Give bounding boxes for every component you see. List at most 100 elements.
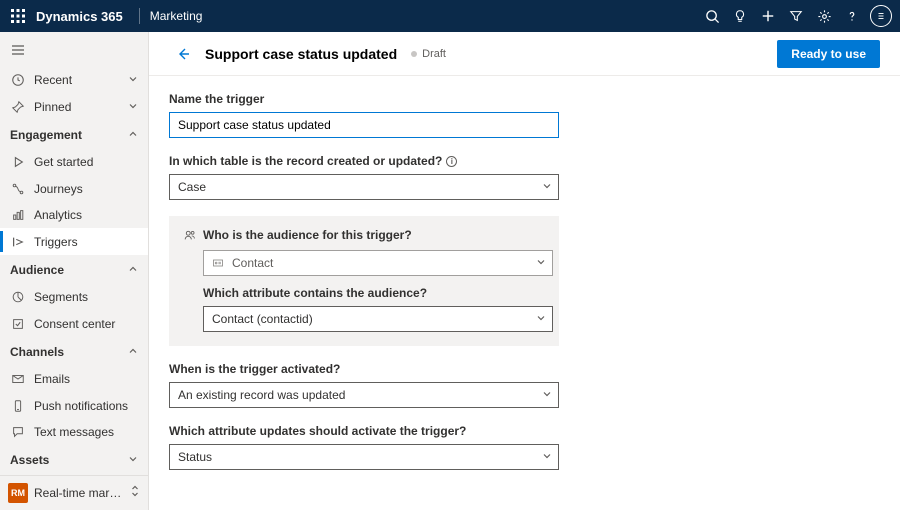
chart-icon	[10, 207, 26, 223]
sidebar-group-assets[interactable]: Assets	[0, 445, 148, 474]
page-title: Support case status updated	[205, 46, 397, 62]
card-icon	[212, 257, 226, 269]
group-label: Engagement	[10, 128, 82, 142]
select-value: Contact (contactid)	[212, 312, 313, 326]
which-attr-select[interactable]: Status	[169, 444, 559, 470]
group-label: Channels	[10, 345, 64, 359]
audience-title: Who is the audience for this trigger?	[183, 228, 545, 242]
sidebar-label: Push notifications	[34, 399, 128, 413]
add-icon[interactable]	[754, 2, 782, 30]
area-badge: RM	[8, 483, 28, 503]
trigger-form: Name the trigger In which table is the r…	[149, 76, 749, 506]
app-name: Marketing	[150, 9, 203, 23]
sidebar-label: Pinned	[34, 100, 71, 114]
global-topbar: Dynamics 365 Marketing	[0, 0, 900, 32]
lightbulb-icon[interactable]	[726, 2, 754, 30]
sidebar-label: Emails	[34, 372, 70, 386]
sidebar-item-segments[interactable]: Segments	[0, 284, 148, 310]
which-attr-label: Which attribute updates should activate …	[169, 424, 729, 438]
name-label: Name the trigger	[169, 92, 729, 106]
group-label: Assets	[10, 453, 49, 467]
sidebar-item-push[interactable]: Push notifications	[0, 393, 148, 419]
select-value: Case	[178, 180, 206, 194]
phone-icon	[10, 398, 26, 414]
app-launcher-icon[interactable]	[8, 6, 28, 26]
sidebar-label: Get started	[34, 155, 93, 169]
chevron-down-icon	[128, 100, 138, 114]
clock-icon	[10, 72, 26, 88]
people-icon	[183, 228, 197, 242]
audience-attr-label: Which attribute contains the audience?	[183, 286, 545, 300]
email-icon	[10, 371, 26, 387]
info-icon[interactable]: i	[446, 156, 457, 167]
segment-icon	[10, 289, 26, 305]
filter-icon[interactable]	[782, 2, 810, 30]
table-select[interactable]: Case	[169, 174, 559, 200]
chevron-down-icon	[536, 256, 546, 270]
audience-attr-select[interactable]: Contact (contactid)	[203, 306, 553, 332]
back-button[interactable]	[169, 40, 197, 68]
sidebar-group-audience[interactable]: Audience	[0, 255, 148, 284]
gear-icon[interactable]	[810, 2, 838, 30]
status-dot-icon	[411, 51, 417, 57]
brand-name: Dynamics 365	[36, 9, 123, 24]
sidebar-label: Recent	[34, 73, 72, 87]
select-value: Contact	[232, 256, 273, 270]
help-icon[interactable]	[838, 2, 866, 30]
sidebar-item-recent[interactable]: Recent	[0, 67, 148, 93]
chevron-down-icon	[542, 450, 552, 464]
sidebar: Recent Pinned Engagement Get started Jou…	[0, 32, 149, 510]
search-icon[interactable]	[698, 2, 726, 30]
sidebar-item-pinned[interactable]: Pinned	[0, 94, 148, 120]
sidebar-item-journeys[interactable]: Journeys	[0, 176, 148, 202]
audience-entity-select[interactable]: Contact	[203, 250, 553, 276]
select-value: An existing record was updated	[178, 388, 345, 402]
sidebar-item-emails[interactable]: Emails	[0, 366, 148, 392]
sidebar-label: Journeys	[34, 182, 83, 196]
consent-icon	[10, 316, 26, 332]
chevron-down-icon	[128, 453, 138, 467]
chevron-up-icon	[128, 263, 138, 277]
sidebar-item-get-started[interactable]: Get started	[0, 149, 148, 175]
sidebar-label: Analytics	[34, 208, 82, 222]
select-value: Status	[178, 450, 212, 464]
when-label: When is the trigger activated?	[169, 362, 729, 376]
trigger-icon	[10, 234, 26, 250]
area-label: Real-time marketi...	[34, 486, 126, 500]
area-switcher[interactable]: RM Real-time marketi...	[0, 475, 148, 510]
pin-icon	[10, 99, 26, 115]
chat-icon	[10, 424, 26, 440]
sidebar-group-channels[interactable]: Channels	[0, 337, 148, 366]
sidebar-item-analytics[interactable]: Analytics	[0, 202, 148, 228]
chevron-down-icon	[536, 312, 546, 326]
sidebar-label: Consent center	[34, 317, 115, 331]
sidebar-item-triggers[interactable]: Triggers	[0, 228, 148, 254]
sidebar-item-consent[interactable]: Consent center	[0, 311, 148, 337]
record-status: Draft	[411, 48, 446, 60]
sidebar-collapse-button[interactable]	[0, 32, 148, 67]
chevron-updown-icon	[130, 485, 140, 500]
play-icon	[10, 154, 26, 170]
page-header: Support case status updated Draft Ready …	[149, 32, 900, 76]
user-avatar[interactable]	[870, 5, 892, 27]
when-select[interactable]: An existing record was updated	[169, 382, 559, 408]
sidebar-label: Segments	[34, 290, 88, 304]
table-label: In which table is the record created or …	[169, 154, 729, 168]
sidebar-group-engagement[interactable]: Engagement	[0, 120, 148, 149]
trigger-name-input[interactable]	[169, 112, 559, 138]
divider	[139, 8, 140, 24]
sidebar-label: Triggers	[34, 235, 78, 249]
sidebar-item-texts[interactable]: Text messages	[0, 419, 148, 445]
main-panel: Support case status updated Draft Ready …	[149, 32, 900, 510]
chevron-down-icon	[542, 180, 552, 194]
chevron-down-icon	[542, 388, 552, 402]
sidebar-label: Text messages	[34, 425, 114, 439]
journey-icon	[10, 181, 26, 197]
chevron-up-icon	[128, 345, 138, 359]
chevron-up-icon	[128, 128, 138, 142]
chevron-down-icon	[128, 73, 138, 87]
status-text: Draft	[422, 48, 446, 60]
group-label: Audience	[10, 263, 64, 277]
audience-section: Who is the audience for this trigger? Co…	[169, 216, 559, 346]
ready-to-use-button[interactable]: Ready to use	[777, 40, 880, 68]
